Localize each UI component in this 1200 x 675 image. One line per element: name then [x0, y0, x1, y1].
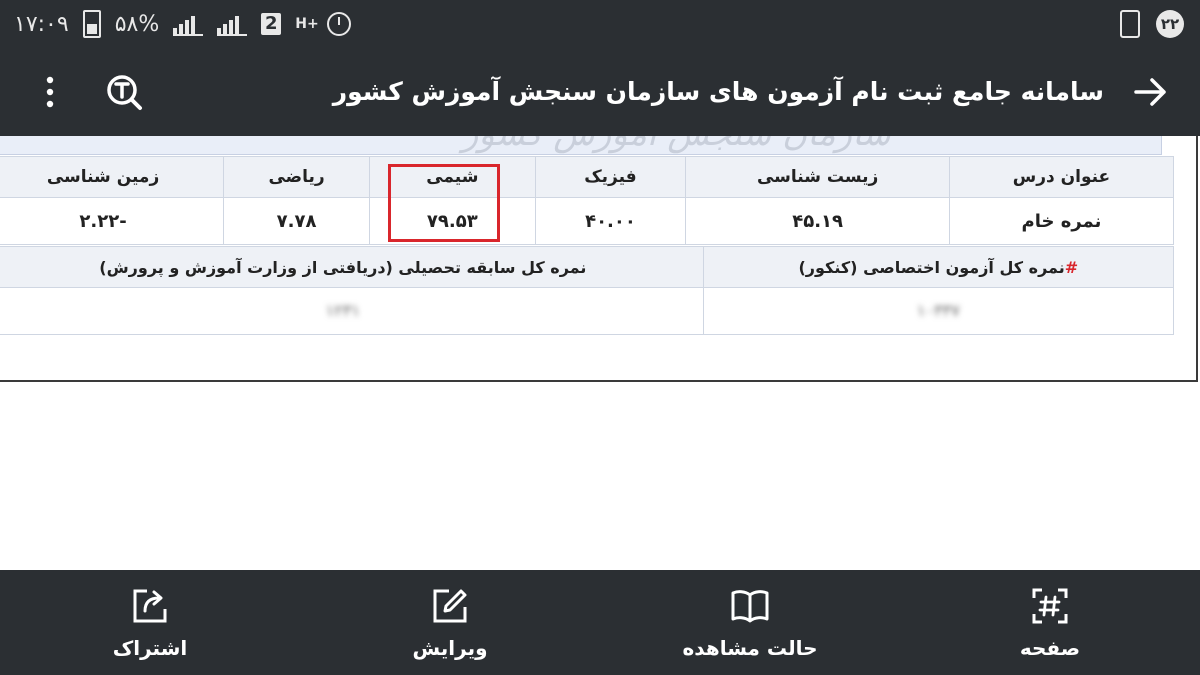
scores-table: عنوان درس زیست شناسی فیزیک شیمی ریاضی زم… [0, 156, 1175, 245]
header-record-total: نمره کل سابقه تحصیلی (دریافتی از وزارت آ… [0, 246, 704, 288]
required-mark: # [1064, 257, 1079, 277]
header-exam-total-label: نمره کل آزمون اختصاصی (کنکور) [798, 257, 1065, 277]
header-cell: زیست شناسی [685, 156, 950, 198]
share-label: اشتراک [112, 636, 188, 660]
more-vert-icon [46, 76, 54, 108]
score-cell: -۲.۲۲ [0, 197, 225, 245]
exam-total-value: ۱۰۳۳۷ [916, 301, 960, 320]
book-icon [731, 590, 769, 623]
header-exam-total: #نمره کل آزمون اختصاصی (کنکور) [702, 246, 1175, 288]
header-cell: ریاضی [223, 156, 371, 198]
search-t-icon [107, 75, 142, 110]
network-type: H+ [295, 15, 319, 32]
header-cell: زمین شناسی [0, 156, 225, 198]
page-hash-icon [1032, 588, 1068, 624]
totals-table: #نمره کل آزمون اختصاصی (کنکور) نمره کل س… [0, 246, 1175, 335]
sim-slot-badge: 2 [261, 13, 282, 35]
scores-header-row: عنوان درس زیست شناسی فیزیک شیمی ریاضی زم… [0, 156, 1175, 198]
back-button[interactable] [1128, 70, 1172, 114]
share-icon [133, 589, 167, 623]
page-label: صفحه [1019, 636, 1081, 660]
phone-icon [1120, 10, 1140, 38]
record-total-value: ۱۲۳۱ [325, 301, 360, 320]
score-cell: ۷.۷۸ [223, 197, 371, 245]
view-mode-button[interactable]: حالت مشاهده [650, 586, 850, 662]
page-button[interactable]: صفحه [950, 586, 1150, 662]
alarm-icon [327, 12, 352, 36]
edit-label: ویرایش [412, 636, 488, 660]
status-left: ۱۷:۰۹ ۵۸% 2 H+ [14, 8, 352, 40]
battery-icon [82, 10, 101, 38]
score-cell: ۴۵.۱۹ [685, 197, 950, 245]
edit-button[interactable]: ویرایش [350, 586, 550, 662]
share-button[interactable]: اشتراک [50, 586, 250, 662]
table-row: ۱۰۳۳۷ ۱۲۳۱ [0, 287, 1175, 335]
page-title: سامانه جامع ثبت نام آزمون های سازمان سنج… [332, 77, 1104, 106]
web-content[interactable]: سازمان سنجش آموزش کشور عنوان درس زیست شن… [0, 136, 1200, 570]
results-frame: سازمان سنجش آموزش کشور عنوان درس زیست شن… [0, 136, 1198, 382]
status-right: ۲۲ [1120, 8, 1184, 40]
more-menu-button[interactable] [30, 68, 70, 116]
view-mode-label: حالت مشاهده [682, 636, 818, 660]
edit-icon [433, 589, 467, 623]
notification-count: ۲۲ [1156, 10, 1184, 38]
bottom-toolbar: صفحه حالت مشاهده ویرایش اشتراک [0, 570, 1200, 675]
clock: ۱۷:۰۹ [14, 11, 69, 37]
table-row: نمره خام ۴۵.۱۹ ۴۰.۰۰ ۷۹.۵۳ ۷.۷۸ -۲.۲۲ [0, 197, 1175, 245]
watermark: سازمان سنجش آموزش کشور [462, 136, 891, 154]
totals-header-row: #نمره کل آزمون اختصاصی (کنکور) نمره کل س… [0, 246, 1175, 288]
record-total-cell: ۱۲۳۱ [0, 287, 704, 335]
exam-total-cell: ۱۰۳۳۷ [702, 287, 1175, 335]
signal-icon-2 [217, 12, 248, 36]
header-cell: عنوان درس [948, 156, 1175, 198]
score-cell: ۴۰.۰۰ [534, 197, 687, 245]
app-bar: سامانه جامع ثبت نام آزمون های سازمان سنج… [0, 48, 1200, 136]
search-button[interactable] [100, 68, 148, 116]
status-bar: ۱۷:۰۹ ۵۸% 2 H+ ۲۲ [0, 0, 1200, 48]
signal-icon [173, 12, 204, 36]
back-arrow-icon [1134, 78, 1166, 106]
highlight-box [388, 164, 500, 242]
row-label-cell: نمره خام [948, 197, 1175, 245]
battery-level: ۵۸% [114, 11, 160, 37]
header-cell: فیزیک [534, 156, 687, 198]
